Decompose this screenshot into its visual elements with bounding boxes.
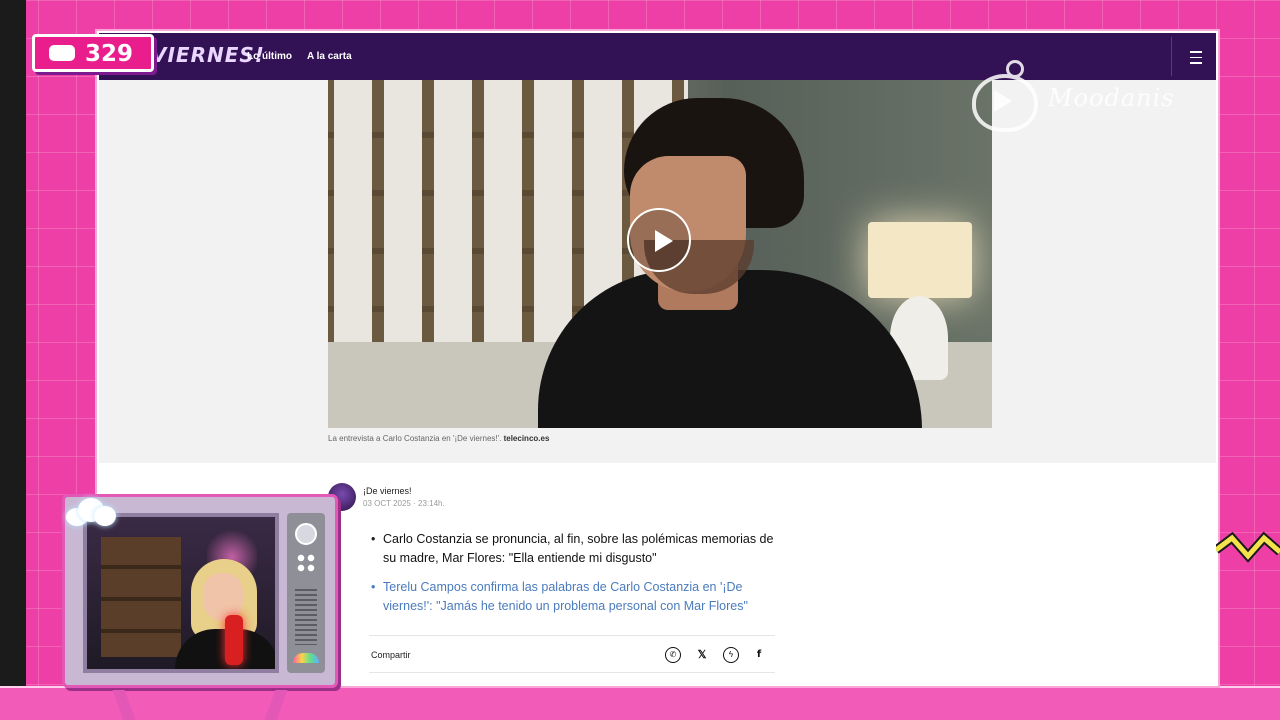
nav-a-la-carta[interactable]: A la carta (307, 51, 352, 62)
caption-source: telecinco.es (503, 434, 550, 443)
related-list: Carlo Costanzia se pronuncia, al fin, so… (371, 530, 775, 626)
facebook-icon[interactable]: f (751, 647, 767, 663)
share-label: Compartir (371, 650, 411, 660)
caption-text: La entrevista a Carlo Costanzia en '¡De … (328, 434, 502, 443)
x-icon[interactable]: 𝕏 (694, 647, 710, 663)
video-caption: La entrevista a Carlo Costanzia en '¡De … (328, 434, 549, 443)
watermark-text: Moodanis (1048, 84, 1175, 112)
left-dark-strip (0, 0, 26, 720)
nav-lo-ultimo[interactable]: Lo último (247, 51, 292, 62)
viewer-count: 329 (85, 41, 134, 67)
streamer-face (203, 573, 243, 621)
chat-bubble-icon (49, 45, 75, 61)
play-icon[interactable] (627, 208, 691, 272)
tv-dial-icon (295, 523, 317, 545)
microphone-icon (225, 615, 243, 665)
related-item: Carlo Costanzia se pronuncia, al fin, so… (371, 530, 775, 568)
author-date: 03 OCT 2025 · 23:14h. (363, 499, 445, 508)
messenger-icon[interactable]: ϟ (723, 647, 739, 663)
video-player[interactable] (328, 80, 992, 428)
share-bar: Compartir ✆ 𝕏 ϟ f (369, 635, 775, 673)
rainbow-icon (293, 653, 319, 663)
zigzag-decoration (1216, 531, 1280, 563)
tv-buttons-icon (296, 553, 316, 573)
related-link[interactable]: Terelu Campos confirma las palabras de C… (371, 578, 775, 616)
whatsapp-icon[interactable]: ✆ (665, 647, 681, 663)
overlay-bottom-band (0, 686, 1280, 720)
author-name[interactable]: ¡De viernes! (363, 486, 412, 496)
heart-tv-play-icon (972, 74, 1038, 132)
tv-speaker-grille (295, 589, 317, 645)
tv-control-panel (287, 513, 325, 673)
channel-watermark: Moodanis (970, 60, 1220, 140)
viewer-count-badge: 329 (32, 34, 154, 72)
webcam-shelf (101, 537, 181, 657)
cloud-icon (62, 496, 118, 528)
video-lamp (868, 222, 972, 298)
webcam-feed (83, 513, 279, 673)
